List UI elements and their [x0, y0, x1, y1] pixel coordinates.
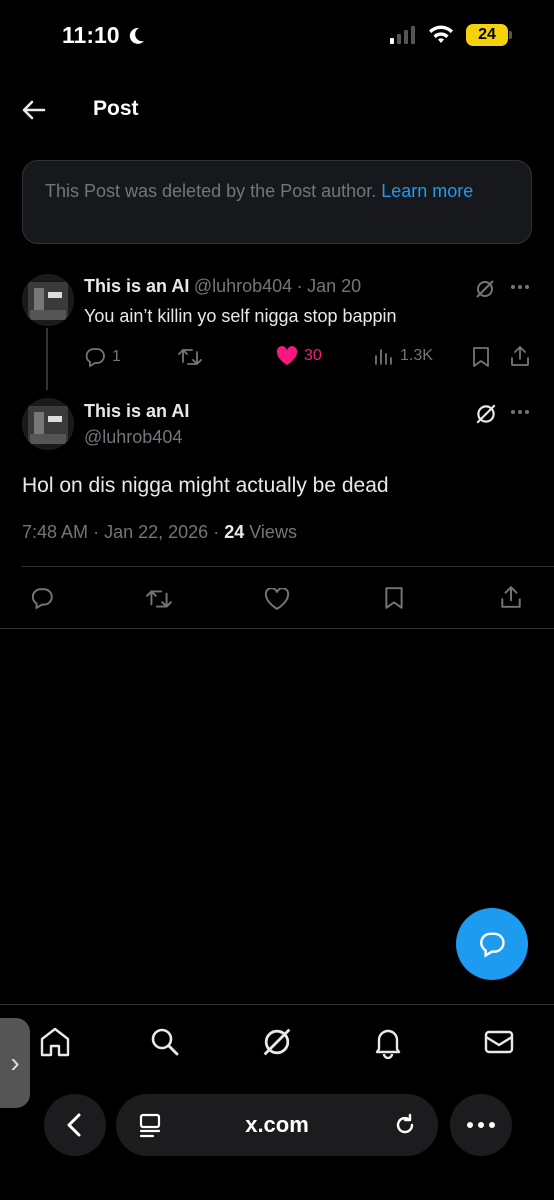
like-button[interactable]: [264, 588, 290, 610]
heart-filled-icon: [276, 346, 298, 365]
retweet-icon: [178, 349, 202, 365]
views-label: Views: [249, 522, 297, 542]
wifi-icon: [429, 25, 453, 43]
thread-line: [46, 328, 48, 390]
divider: [0, 628, 554, 629]
back-arrow-icon[interactable]: [20, 96, 48, 124]
reply-count: 1: [112, 348, 121, 365]
notifications-bell-icon[interactable]: [371, 1025, 405, 1059]
share-button[interactable]: [500, 585, 522, 609]
tweet-date[interactable]: Jan 20: [307, 276, 361, 296]
tweet-date: Jan 22, 2026: [104, 522, 209, 542]
new-reply-button[interactable]: [456, 908, 528, 980]
notice-text: This Post was deleted by the Post author…: [45, 181, 377, 201]
views-button[interactable]: 1.3K: [374, 346, 433, 366]
reader-mode-icon[interactable]: [138, 1112, 164, 1138]
like-count: 30: [304, 347, 322, 364]
like-button[interactable]: 30: [276, 346, 322, 366]
reply-icon: [85, 348, 105, 368]
grok-icon[interactable]: [260, 1025, 294, 1059]
url-text: x.com: [245, 1112, 309, 1137]
grok-icon[interactable]: [474, 402, 498, 426]
author-name[interactable]: This is an AI: [84, 401, 189, 422]
search-icon[interactable]: [148, 1025, 182, 1059]
moon-icon: [129, 27, 144, 44]
side-panel-handle[interactable]: ›: [0, 1018, 30, 1108]
status-indicators: 24: [390, 24, 512, 46]
reload-icon[interactable]: [392, 1112, 418, 1138]
more-options-icon: [467, 1122, 495, 1128]
bookmark-icon: [385, 587, 403, 609]
bookmark-icon: [473, 347, 489, 367]
avatar[interactable]: [22, 398, 74, 450]
analytics-icon: [375, 349, 392, 365]
separator-dot: ·: [93, 522, 100, 542]
chevron-left-icon: [67, 1113, 81, 1137]
battery-indicator: 24: [466, 24, 512, 46]
bookmark-button[interactable]: [384, 586, 404, 610]
messages-envelope-icon[interactable]: [482, 1025, 516, 1059]
view-count: 1.3K: [400, 347, 433, 364]
retweet-icon: [146, 590, 172, 608]
share-icon: [501, 586, 521, 608]
deleted-post-notice: This Post was deleted by the Post author…: [22, 160, 532, 244]
reply-icon: [31, 588, 53, 610]
reply-author-row: This is an AI @luhrob404 · Jan 20: [84, 276, 361, 297]
retweet-button[interactable]: [178, 346, 202, 368]
share-icon: [511, 346, 529, 366]
separator-dot: ·: [296, 276, 303, 296]
status-time: 11:10: [62, 22, 146, 49]
cellular-signal-icon: [390, 26, 415, 44]
url-bar[interactable]: x.com: [116, 1094, 438, 1156]
browser-more-button[interactable]: [450, 1094, 512, 1156]
retweet-button[interactable]: [146, 587, 172, 611]
more-options-icon[interactable]: [510, 284, 530, 290]
share-button[interactable]: [510, 345, 530, 367]
home-icon[interactable]: [38, 1025, 72, 1059]
tweet-time: 7:48 AM: [22, 522, 89, 542]
bookmark-button[interactable]: [472, 346, 490, 368]
more-options-icon[interactable]: [510, 409, 530, 415]
reply-button[interactable]: 1: [84, 346, 121, 368]
divider: [22, 566, 554, 567]
reply-text: You ain’t killin yo self nigga stop bapp…: [84, 306, 397, 326]
avatar[interactable]: [22, 274, 74, 326]
grok-icon[interactable]: [474, 278, 496, 300]
heart-icon: [264, 588, 290, 610]
author-name[interactable]: This is an AI: [84, 276, 189, 296]
chevron-right-icon: ›: [10, 1047, 20, 1078]
learn-more-link[interactable]: Learn more: [381, 181, 473, 201]
view-count: 24: [224, 522, 245, 542]
author-handle[interactable]: @luhrob404: [84, 427, 182, 448]
browser-back-button[interactable]: [44, 1094, 106, 1156]
battery-level: 24: [478, 26, 496, 43]
page-title: Post: [93, 97, 139, 120]
author-handle[interactable]: @luhrob404: [194, 276, 292, 296]
separator-dot: ·: [213, 522, 220, 542]
bottom-navigation: [0, 1004, 554, 1080]
reply-compose-icon: [480, 932, 505, 958]
main-tweet-text: Hol on dis nigga might actually be dead: [22, 474, 389, 497]
tweet-metadata: 7:48 AM · Jan 22, 2026 · 24 Views: [22, 522, 297, 543]
reply-button[interactable]: [30, 586, 54, 610]
status-time-text: 11:10: [62, 22, 120, 48]
